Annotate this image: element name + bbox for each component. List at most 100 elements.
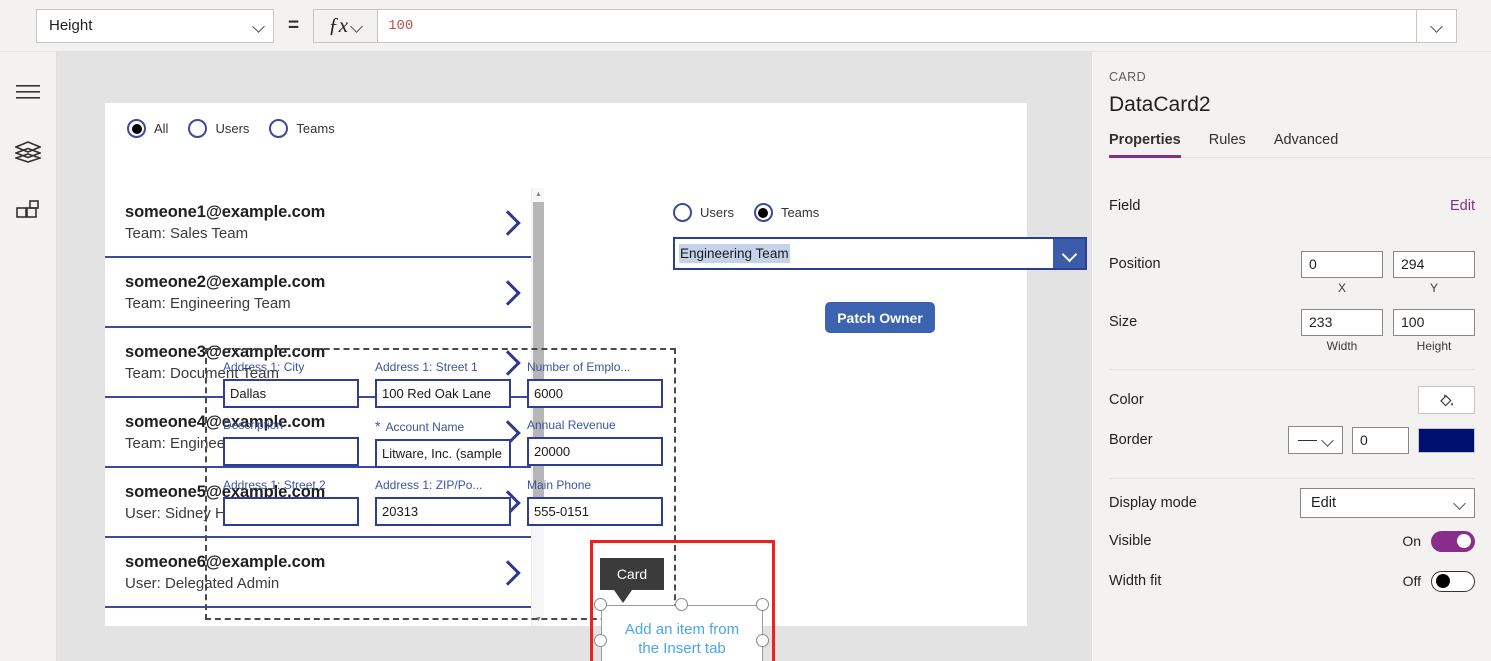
toggle-knob [1436, 574, 1450, 588]
chevron-right-icon[interactable] [495, 275, 521, 309]
field-row: Field Edit [1092, 189, 1491, 223]
resize-handle-n[interactable] [675, 598, 688, 611]
properties-panel: CARD DataCard2 Properties Rules Advanced… [1091, 52, 1491, 661]
visible-toggle[interactable] [1431, 530, 1475, 552]
field-label: Description [223, 418, 284, 432]
field-label: Main Phone [527, 478, 592, 492]
resize-handle-nw[interactable] [594, 598, 607, 611]
form-field-account-name: * Account Name Litware, Inc. (sample [375, 418, 511, 468]
field-input[interactable]: 100 Red Oak Lane [375, 379, 511, 408]
radio-users[interactable]: Users [188, 119, 249, 138]
width-fit-label: Width fit [1109, 573, 1162, 589]
apps-grid-icon [16, 200, 39, 218]
scroll-up-arrow[interactable]: ▲ [532, 188, 545, 201]
owner-radio-group: Users Teams [673, 203, 839, 222]
field-label: Address 1: City [223, 360, 305, 374]
selected-card[interactable]: Card Add an item from the Insert tab [590, 540, 775, 661]
field-label: Account Name [385, 420, 465, 434]
tab-properties[interactable]: Properties [1109, 132, 1181, 158]
position-label: Position [1109, 256, 1161, 272]
tab-advanced[interactable]: Advanced [1274, 132, 1339, 157]
field-input[interactable]: Litware, Inc. (sample [375, 439, 511, 468]
position-x-input[interactable]: 0 [1301, 250, 1383, 278]
field-label: Address 1: ZIP/Po... [375, 478, 483, 492]
display-mode-select[interactable]: Edit [1300, 488, 1475, 518]
property-selector[interactable]: Height [36, 8, 274, 43]
display-mode-row: Display mode Edit [1092, 488, 1491, 518]
resize-handle-w[interactable] [594, 634, 607, 647]
field-input[interactable]: 20000 [527, 437, 663, 466]
panel-tabs: Properties Rules Advanced [1109, 132, 1491, 158]
width-fit-row: Width fit Off [1092, 569, 1491, 593]
radio-owner-users-label: Users [700, 205, 734, 220]
color-label: Color [1109, 392, 1144, 408]
formula-input[interactable]: 100 [377, 8, 1417, 43]
border-thickness-input[interactable]: 0 [1352, 426, 1409, 454]
card-empty-region[interactable]: Add an item from the Insert tab [601, 605, 763, 661]
form-grid: Address 1: City Dallas Address 1: Street… [223, 360, 663, 526]
visible-row: Visible On [1092, 529, 1491, 553]
radio-users-circle [188, 119, 208, 138]
formula-expand-button[interactable] [1417, 8, 1457, 43]
position-y-input[interactable]: 294 [1393, 250, 1475, 278]
radio-owner-users[interactable]: Users [673, 203, 734, 222]
visible-label: Visible [1109, 533, 1152, 549]
width-fit-toggle[interactable] [1431, 570, 1475, 592]
field-input[interactable]: Dallas [223, 379, 359, 408]
fx-button[interactable]: ƒx [313, 8, 378, 43]
chevron-right-icon[interactable] [495, 205, 521, 239]
field-input[interactable]: 555-0151 [527, 497, 663, 526]
display-mode-value: Edit [1311, 495, 1336, 511]
list-item[interactable]: someone2@example.com Team: Engineering T… [105, 258, 531, 328]
border-label: Border [1109, 432, 1153, 448]
paint-bucket-icon [1440, 394, 1453, 406]
resize-handle-ne[interactable] [756, 598, 769, 611]
fx-icon: ƒx [328, 13, 349, 37]
radio-all[interactable]: All [127, 119, 168, 138]
hamburger-menu-button[interactable] [6, 70, 50, 114]
filter-radio-group: All Users Teams [127, 119, 355, 138]
size-width-input[interactable]: 233 [1301, 308, 1383, 336]
chevron-down-icon [1454, 497, 1466, 509]
form-field-address1-city: Address 1: City Dallas [223, 360, 359, 408]
owner-combobox-value: Engineering Team [679, 244, 790, 263]
radio-owner-teams-circle [753, 203, 773, 222]
form-field-number-of-employees: Number of Emplo... 6000 [527, 360, 663, 408]
owner-combobox[interactable]: Engineering Team [673, 237, 1087, 270]
list-item-title: someone2@example.com [125, 272, 326, 291]
hamburger-menu-icon [16, 85, 40, 99]
tab-rules[interactable]: Rules [1209, 132, 1246, 157]
card-placeholder-text: Add an item from the Insert tab [624, 621, 740, 657]
owner-combobox-dropdown-button[interactable] [1053, 239, 1085, 268]
radio-teams[interactable]: Teams [269, 119, 335, 138]
field-input[interactable]: 6000 [527, 379, 663, 408]
canvas-area: All Users Teams someone1@example.com Tea… [57, 52, 1091, 661]
border-color-swatch[interactable] [1418, 427, 1475, 453]
list-item[interactable]: someone1@example.com Team: Sales Team [105, 188, 531, 258]
field-input[interactable] [223, 437, 359, 466]
field-input[interactable]: 20313 [375, 497, 511, 526]
radio-owner-teams[interactable]: Teams [753, 203, 819, 222]
list-item-subtitle: Team: Engineering Team [125, 294, 291, 312]
border-style-dropdown[interactable] [1288, 426, 1343, 454]
field-edit-link[interactable]: Edit [1450, 198, 1475, 214]
insert-button[interactable] [6, 190, 50, 234]
size-height-input[interactable]: 100 [1393, 308, 1475, 336]
size-label: Size [1109, 314, 1138, 330]
layers-icon [15, 141, 41, 163]
divider [1109, 369, 1475, 370]
form-field-address1-zip: Address 1: ZIP/Po... 20313 [375, 478, 511, 526]
form-field-address1-street1: Address 1: Street 1 100 Red Oak Lane [375, 360, 511, 408]
property-selector-value: Height [49, 17, 93, 34]
form-field-description: Description [223, 418, 359, 468]
field-input[interactable] [223, 497, 359, 526]
radio-all-circle [127, 119, 146, 138]
patch-owner-button[interactable]: Patch Owner [825, 302, 935, 333]
resize-handle-e[interactable] [756, 634, 769, 647]
list-item-title: someone1@example.com [125, 202, 326, 221]
position-sublabels: X Y [1092, 280, 1491, 296]
field-label: Address 1: Street 2 [223, 478, 326, 492]
color-picker-button[interactable] [1418, 386, 1475, 414]
tree-view-button[interactable] [6, 130, 50, 174]
form-field-address1-street2: Address 1: Street 2 [223, 478, 359, 526]
